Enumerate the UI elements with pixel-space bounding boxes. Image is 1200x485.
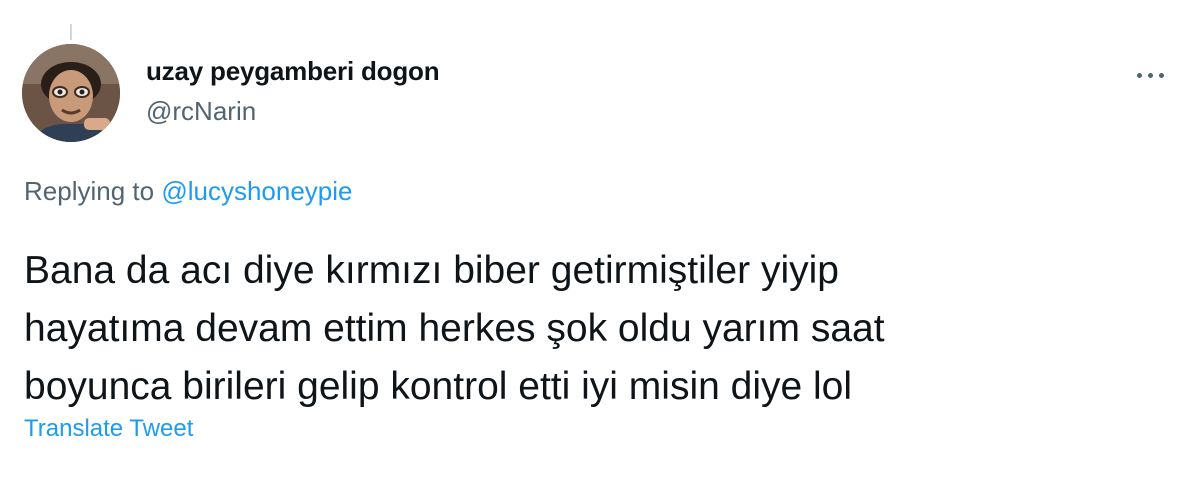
- avatar[interactable]: [22, 44, 120, 142]
- more-horizontal-icon-dot: [1136, 72, 1142, 78]
- tweet-text: Bana da acı diye kırmızı biber getirmişt…: [24, 242, 1164, 416]
- replying-to-prefix: Replying to: [24, 176, 155, 206]
- tweet-text-line: hayatıma devam ettim herkes şok oldu yar…: [24, 307, 885, 350]
- tweet-text-line: boyunca birileri gelip kontrol etti iyi …: [24, 365, 853, 408]
- tweet: uzay peygamberi dogon @rcNarin Replying …: [0, 0, 1200, 485]
- author-handle[interactable]: @rcNarin: [146, 96, 256, 127]
- profile-photo-icon: [22, 44, 120, 142]
- more-horizontal-icon-dot: [1147, 72, 1153, 78]
- author-display-name[interactable]: uzay peygamberi dogon: [146, 56, 440, 87]
- tweet-text-line: Bana da acı diye kırmızı biber getirmişt…: [24, 249, 839, 292]
- replying-to: Replying to @lucyshoneypie: [24, 176, 352, 207]
- more-options-button[interactable]: [1128, 60, 1172, 90]
- translate-tweet-link[interactable]: Translate Tweet: [24, 415, 193, 443]
- more-horizontal-icon-dot: [1158, 72, 1164, 78]
- replying-to-mention-link[interactable]: @lucyshoneypie: [161, 176, 352, 206]
